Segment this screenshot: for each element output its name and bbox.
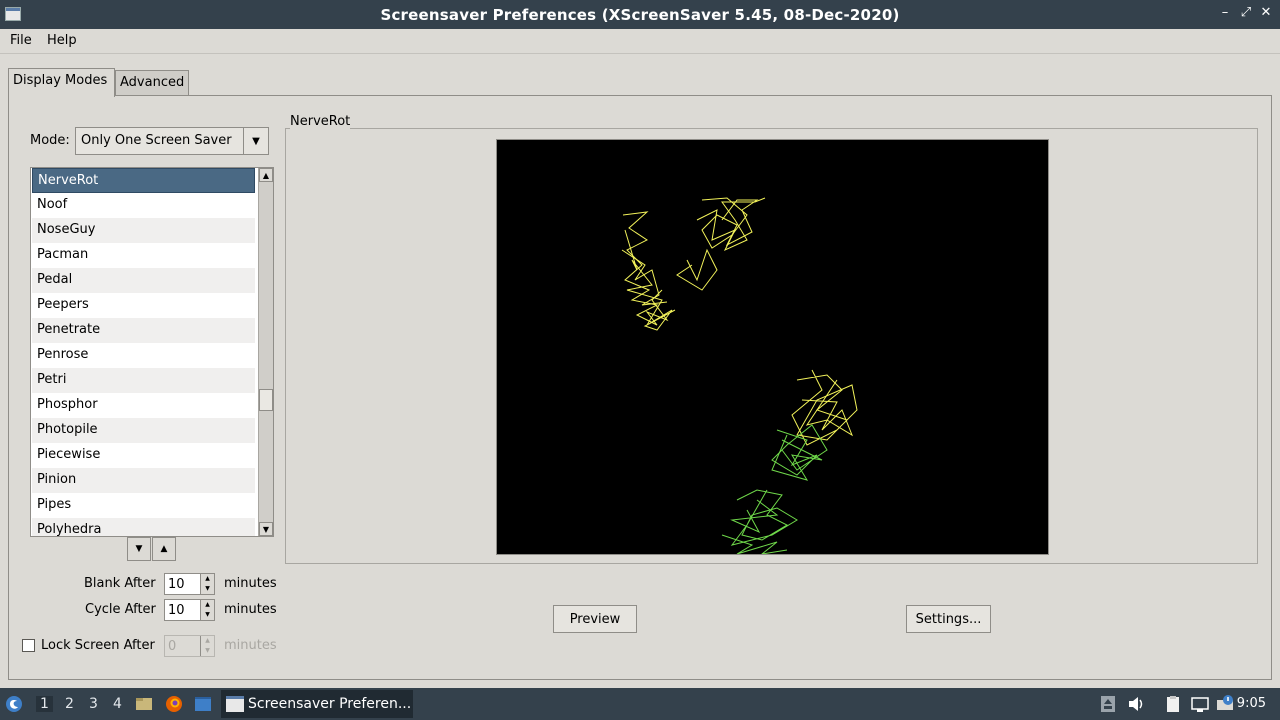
start-menu-icon[interactable] [5, 695, 23, 713]
file-manager-icon[interactable] [135, 695, 153, 713]
list-scrollbar[interactable]: ▲ ▼ [258, 168, 273, 536]
list-item[interactable]: Noof [32, 193, 255, 218]
workspace-2[interactable]: 2 [65, 696, 74, 712]
app-window-icon [226, 696, 244, 712]
firefox-icon[interactable] [165, 695, 183, 713]
cycle-after-spinner[interactable]: 10 ▲ ▼ [164, 599, 215, 621]
list-item[interactable]: Pinion [32, 468, 255, 493]
lock-screen-label: Lock Screen After [41, 638, 155, 653]
volume-icon[interactable] [1127, 695, 1145, 713]
list-item[interactable]: Pipes [32, 493, 255, 518]
cycle-after-label: Cycle After [85, 602, 156, 617]
show-desktop-icon[interactable] [194, 695, 212, 713]
previous-saver-button[interactable]: ▲ [152, 537, 176, 561]
blank-after-value: 10 [168, 577, 185, 592]
list-item[interactable]: Petri [32, 368, 255, 393]
arrow-down-icon: ▼ [135, 544, 143, 554]
taskbar-window-item[interactable]: Screensaver Preferen... [221, 690, 413, 718]
lock-screen-checkbox[interactable] [22, 639, 35, 652]
network-icon[interactable] [1191, 695, 1209, 713]
list-item[interactable]: Pedal [32, 268, 255, 293]
workspace-3[interactable]: 3 [89, 696, 98, 712]
list-item[interactable]: Pacman [32, 243, 255, 268]
spinner-arrows-icon[interactable]: ▲ ▼ [200, 574, 214, 594]
close-button[interactable]: ✕ [1257, 5, 1275, 20]
scrollbar-thumb[interactable] [259, 389, 273, 411]
lock-screen-units: minutes [224, 638, 277, 653]
workspace-4[interactable]: 4 [113, 696, 122, 712]
window-title: Screensaver Preferences (XScreenSaver 5.… [380, 6, 900, 24]
taskbar: 1 2 3 4 Screensaver Preferen... 9:05 [0, 688, 1280, 720]
list-item[interactable]: Phosphor [32, 393, 255, 418]
blank-after-units: minutes [224, 576, 277, 591]
blank-after-label: Blank After [84, 576, 156, 591]
settings-button[interactable]: Settings... [906, 605, 991, 633]
notification-icon[interactable] [1216, 695, 1234, 713]
nerverot-animation [621, 197, 858, 554]
maximize-button[interactable]: ⤢ [1237, 5, 1255, 20]
lock-screen-spinner[interactable]: 0 ▲ ▼ [164, 635, 215, 657]
preview-frame-label: NerveRot [290, 114, 351, 129]
preview-button[interactable]: Preview [553, 605, 637, 633]
menu-bar: File Help [0, 29, 1280, 54]
mode-value: Only One Screen Saver [81, 133, 232, 148]
list-item[interactable]: Penrose [32, 343, 255, 368]
menu-file[interactable]: File [10, 33, 32, 48]
list-item[interactable]: Polyhedra [32, 518, 255, 536]
blank-after-spinner[interactable]: 10 ▲ ▼ [164, 573, 215, 595]
menu-help[interactable]: Help [47, 33, 77, 48]
workspace-1[interactable]: 1 [36, 696, 53, 712]
screensaver-preview [496, 139, 1049, 555]
arrow-up-icon: ▲ [160, 544, 168, 554]
list-item[interactable]: Piecewise [32, 443, 255, 468]
green-strokes [721, 424, 828, 554]
list-item[interactable]: Penetrate [32, 318, 255, 343]
clock: 9:05 [1236, 696, 1266, 711]
lock-screen-value: 0 [168, 639, 177, 654]
chevron-down-icon: ▼ [243, 128, 268, 154]
yellow-strokes [621, 197, 858, 446]
scroll-down-arrow-icon[interactable]: ▼ [259, 522, 273, 536]
window-titlebar[interactable]: Screensaver Preferences (XScreenSaver 5.… [0, 0, 1280, 29]
mode-label: Mode: [30, 133, 70, 148]
list-item[interactable]: NoseGuy [32, 218, 255, 243]
clipboard-icon[interactable] [1164, 695, 1182, 713]
list-item[interactable]: NerveRot [32, 168, 255, 193]
list-item[interactable]: Photopile [32, 418, 255, 443]
cycle-after-units: minutes [224, 602, 277, 617]
tray-updates-icon[interactable] [1099, 695, 1117, 713]
spinner-arrows-icon[interactable]: ▲ ▼ [200, 600, 214, 620]
minimize-button[interactable]: – [1216, 5, 1234, 20]
mode-dropdown[interactable]: Only One Screen Saver ▼ [75, 127, 269, 155]
tab-display-modes[interactable]: Display Modes [8, 68, 115, 97]
screensaver-list[interactable]: NerveRot Noof NoseGuy Pacman Pedal Peepe… [30, 167, 274, 537]
next-saver-button[interactable]: ▼ [127, 537, 151, 561]
scroll-up-arrow-icon[interactable]: ▲ [259, 168, 273, 182]
cycle-after-value: 10 [168, 603, 185, 618]
tab-advanced[interactable]: Advanced [115, 70, 189, 95]
taskbar-window-title: Screensaver Preferen... [248, 696, 412, 712]
list-item[interactable]: Peepers [32, 293, 255, 318]
spinner-arrows-icon: ▲ ▼ [200, 636, 214, 656]
